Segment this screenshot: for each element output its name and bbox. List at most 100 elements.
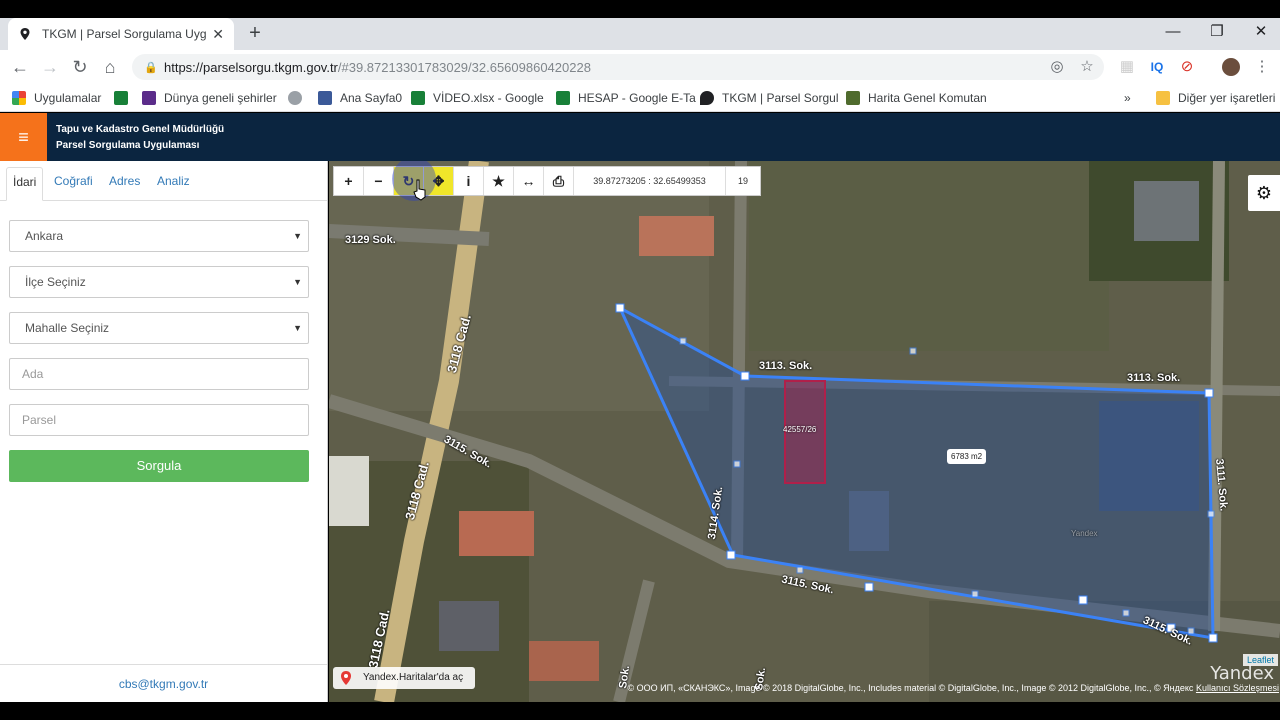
- zoom-in-button[interactable]: +: [334, 167, 364, 195]
- house-roof: [459, 511, 534, 556]
- url-path: /#39.87213301783029/32.65609860420228: [337, 59, 591, 75]
- mahalle-select[interactable]: Mahalle Seçiniz ▼: [9, 312, 309, 344]
- attribution-text: © ООО ИП, «СКАНЭКС», Image © 2018 Digita…: [627, 683, 1194, 693]
- street-label: 3113. Sok.: [759, 360, 813, 372]
- hand-cursor-icon: [413, 179, 426, 201]
- print-icon[interactable]: ⎙: [544, 167, 574, 195]
- location-target-icon[interactable]: ◎: [1045, 55, 1069, 79]
- ilce-select[interactable]: İlçe Seçiniz ▼: [9, 266, 309, 298]
- tab-analiz[interactable]: Analiz: [151, 167, 196, 201]
- bookmarks-overflow-icon[interactable]: »: [1124, 89, 1131, 107]
- bookmark-item[interactable]: VİDEO.xlsx - Google: [411, 89, 544, 107]
- info-icon[interactable]: i: [454, 167, 484, 195]
- bookmark-label: HESAP - Google E-Ta: [578, 91, 696, 105]
- iq-extension-icon[interactable]: IQ: [1145, 55, 1169, 79]
- bookmark-label: Dünya geneli şehirler: [164, 91, 277, 105]
- bookmark-item[interactable]: HESAP - Google E-Ta: [556, 89, 696, 107]
- area-tooltip: 6783 m2: [947, 449, 987, 464]
- terms-link[interactable]: Kullanıcı Sözleşmesi: [1196, 683, 1279, 693]
- bookmark-item[interactable]: Dünya geneli şehirler: [142, 89, 277, 107]
- yandex-pin-icon: [341, 671, 351, 685]
- sorgula-button[interactable]: Sorgula: [9, 450, 309, 482]
- location-pin-icon: [20, 28, 30, 40]
- bookmark-item[interactable]: TKGM | Parsel Sorgul: [700, 89, 838, 107]
- sheets-icon: [556, 91, 570, 105]
- footer-email-link[interactable]: cbs@tkgm.gov.tr: [0, 664, 327, 702]
- bookmark-star-icon[interactable]: ☆: [1075, 55, 1099, 79]
- hamburger-icon[interactable]: ≡: [0, 113, 47, 161]
- restore-icon[interactable]: ❐: [1194, 18, 1240, 50]
- sidebar-tabs: İdari Coğrafi Adres Analiz: [0, 161, 327, 201]
- video-letterbox-bottom: [0, 702, 1280, 720]
- close-tab-icon[interactable]: ✕: [212, 26, 224, 43]
- zoom-level: 19: [737, 176, 748, 186]
- app-header: ≡ Tapu ve Kadastro Genel Müdürlüğü Parse…: [0, 113, 1280, 161]
- house-roof: [639, 216, 714, 256]
- chart-icon: [142, 91, 156, 105]
- house-roof: [1134, 181, 1199, 241]
- il-select[interactable]: Ankara ▼: [9, 220, 309, 252]
- parcel-label: 42557/26: [783, 425, 817, 434]
- bookmark-apps[interactable]: Uygulamalar: [12, 89, 101, 107]
- street-label: 3113. Sok.: [1127, 372, 1181, 384]
- more-menu-icon[interactable]: ⋮: [1250, 55, 1274, 79]
- ada-input[interactable]: Ada: [9, 358, 309, 390]
- reload-icon[interactable]: ↻: [68, 55, 92, 79]
- new-tab-button[interactable]: +: [244, 22, 266, 44]
- yandex-open-label: Yandex.Haritalar'da aç: [363, 672, 464, 683]
- bookmark-item[interactable]: Harita Genel Komutan: [846, 89, 987, 107]
- bookmark-label: TKGM | Parsel Sorgul: [722, 91, 839, 105]
- globe-icon: [288, 91, 302, 105]
- terrain-patch: [749, 161, 1109, 351]
- ilce-value: İlçe Seçiniz: [25, 275, 86, 289]
- chevron-down-icon: ▼: [293, 323, 302, 333]
- extension-icon[interactable]: ▦: [1115, 55, 1139, 79]
- address-bar[interactable]: 🔒 https://parselsorgu.tkgm.gov.tr/#39.87…: [132, 54, 1104, 80]
- map-attribution: © ООО ИП, «СКАНЭКС», Image © 2018 Digita…: [579, 683, 1280, 697]
- chevron-down-icon: ▼: [293, 231, 302, 241]
- url-host: https://parselsorgu.tkgm.gov.tr: [164, 59, 338, 75]
- yandex-open-link[interactable]: Yandex.Haritalar'da aç: [333, 667, 475, 689]
- apps-grid-icon: [12, 91, 26, 105]
- home-icon[interactable]: ⌂: [98, 55, 122, 79]
- map-view[interactable]: 3129 Sok. 3118 Cad. 3118 Cad. 3118 Cad. …: [329, 161, 1280, 702]
- bookmark-other[interactable]: Diğer yer işaretleri: [1156, 89, 1275, 107]
- forward-icon[interactable]: →: [38, 55, 62, 79]
- yandex-watermark: Yandex: [1071, 529, 1098, 538]
- browser-tabstrip: TKGM | Parsel Sorgulama Uygula ✕ + — ❐ ✕: [0, 18, 1280, 50]
- close-window-icon[interactable]: ✕: [1238, 18, 1280, 50]
- profile-avatar[interactable]: [1219, 55, 1243, 84]
- app-title-line2: Parsel Sorgulama Uygulaması: [56, 140, 200, 151]
- chevron-down-icon: ▼: [293, 277, 302, 287]
- coordinate-readout: 39.87273205 : 32.65499353: [574, 167, 726, 195]
- house-roof: [439, 601, 499, 651]
- favorite-star-icon[interactable]: ★: [484, 167, 514, 195]
- query-sidebar: İdari Coğrafi Adres Analiz Ankara ▼ İlçe …: [0, 161, 328, 702]
- bookmark-item[interactable]: Ana Sayfa0: [318, 89, 402, 107]
- bookmark-label: Harita Genel Komutan: [868, 91, 987, 105]
- bookmark-label: VİDEO.xlsx - Google: [433, 91, 544, 105]
- tab-adres[interactable]: Adres: [103, 167, 146, 201]
- measure-distance-icon[interactable]: ↔: [514, 167, 544, 195]
- app-title-line1: Tapu ve Kadastro Genel Müdürlüğü: [56, 124, 225, 135]
- app-title: Tapu ve Kadastro Genel Müdürlüğü Parsel …: [56, 122, 224, 154]
- bookmark-item[interactable]: [288, 89, 310, 107]
- tab-idari[interactable]: İdari: [6, 167, 44, 201]
- mahalle-value: Mahalle Seçiniz: [25, 321, 110, 335]
- browser-tab[interactable]: TKGM | Parsel Sorgulama Uygula ✕: [8, 18, 234, 50]
- bookmark-item[interactable]: [114, 89, 136, 107]
- browser-toolbar: ← → ↻ ⌂ 🔒 https://parselsorgu.tkgm.gov.t…: [0, 50, 1280, 84]
- location-pin-icon: [700, 91, 714, 105]
- emblem-icon: [846, 91, 860, 105]
- tab-cografi[interactable]: Coğrafi: [48, 167, 99, 201]
- bookmark-label: Diğer yer işaretleri: [1178, 91, 1276, 105]
- yandex-logo: Yandex: [1210, 663, 1274, 684]
- blocker-extension-icon[interactable]: ⊘: [1175, 55, 1199, 79]
- zoom-out-button[interactable]: −: [364, 167, 394, 195]
- parsel-input[interactable]: Parsel: [9, 404, 309, 436]
- tab-title: TKGM | Parsel Sorgulama Uygula: [42, 27, 207, 41]
- minimize-icon[interactable]: —: [1150, 18, 1196, 50]
- back-icon[interactable]: ←: [8, 55, 32, 79]
- settings-gear-icon[interactable]: ⚙: [1248, 175, 1280, 211]
- bookmarks-bar: Uygulamalar Dünya geneli şehirler Ana Sa…: [0, 84, 1280, 112]
